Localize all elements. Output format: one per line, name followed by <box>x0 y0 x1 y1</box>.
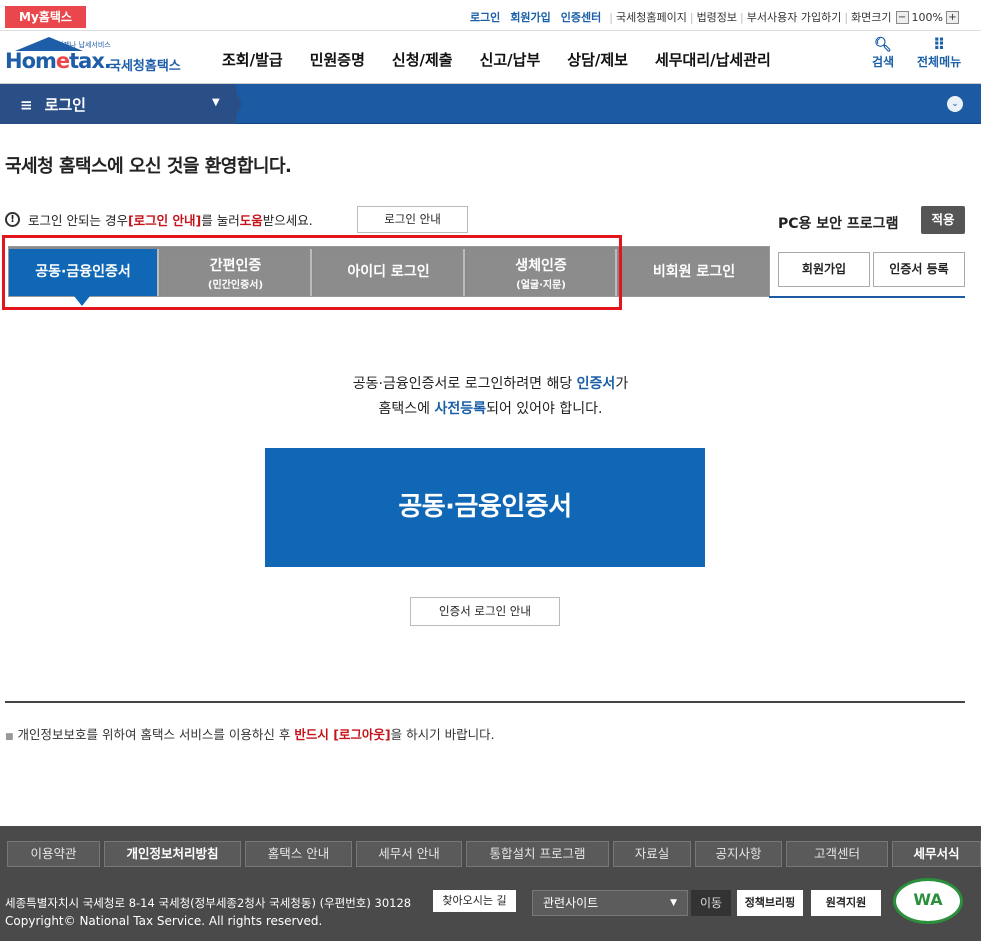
cert-login-guide-button[interactable]: 인증서 로그인 안내 <box>410 597 560 626</box>
gnb-consult-report[interactable]: 상담/제보 <box>567 49 628 70</box>
footer-address: 세종특별자치시 국세청로 8-14 국세청(정부세종2청사 국세청동) (우편번… <box>5 896 412 910</box>
footer-install-program-link[interactable]: 통합설치 프로그램 <box>466 841 609 867</box>
signup-link[interactable]: 회원가입 <box>510 9 550 25</box>
footer-nav: 이용약관 개인정보처리방침 홈택스 안내 세무서 안내 통합설치 프로그램 자료… <box>7 841 981 867</box>
privacy-notice: ■ 개인정보보호를 위하여 홈택스 서비스를 이용하신 후 반드시 [로그아웃]을… <box>5 727 495 742</box>
cert-center-link[interactable]: 인증센터 <box>561 9 601 25</box>
zoom-in-button[interactable]: + <box>946 10 959 24</box>
location-bar: ≡ 로그인 ▼ ⌄ <box>0 84 981 124</box>
top-links: 로그인 회원가입 인증센터 | 국세청홈페이지 | 법령정보 | 부서사용자 가… <box>465 9 959 25</box>
dropdown-arrow-icon[interactable]: ▼ <box>212 97 220 108</box>
chevron-down-circle-icon[interactable]: ⌄ <box>947 96 963 112</box>
gnb-apply-submit[interactable]: 신청/제출 <box>392 49 453 70</box>
footer-customer-center-link[interactable]: 고객센터 <box>786 841 888 867</box>
policy-briefing-button[interactable]: 정책브리핑 <box>737 890 803 916</box>
footer-tax-forms-link[interactable]: 세무서식 <box>892 841 981 867</box>
cert-register-button[interactable]: 인증서 등록 <box>873 252 965 287</box>
tab-non-member-login[interactable]: 비회원 로그인 <box>619 249 769 296</box>
zoom-level: 100% <box>911 10 943 24</box>
main-header: 언제나 납세서비스 Hometax. 국세청홈택스 조회/발급 민원증명 신청/… <box>0 31 981 84</box>
all-menu-button[interactable]: ⠿ 전체메뉴 <box>917 37 961 70</box>
global-nav: 조회/발급 민원증명 신청/제출 신고/납부 상담/제보 세무대리/납세관리 <box>222 49 798 70</box>
screen-size-label: 화면크기 <box>851 11 892 24</box>
footer-tax-office-link[interactable]: 세무서 안내 <box>356 841 462 867</box>
nts-homepage-link[interactable]: 국세청홈페이지 <box>616 9 687 25</box>
zoom-out-button[interactable]: − <box>895 10 909 24</box>
go-button[interactable]: 이동 <box>691 890 731 916</box>
apply-button[interactable]: 적용 <box>921 206 965 234</box>
search-button[interactable]: 🔍︎ 검색 <box>872 37 894 70</box>
zoom-control: − 100% + <box>895 10 959 24</box>
footer-notice-link[interactable]: 공지사항 <box>695 841 782 867</box>
login-notice: ! 로그인 안되는 경우 [로그인 안내] 를 눌러 도움 받으세요. <box>5 210 313 229</box>
search-icon: 🔍︎ <box>874 37 892 53</box>
find-way-button[interactable]: 찾아오시는 길 <box>433 890 516 912</box>
logo-nts-text: 국세청홈택스 <box>109 59 181 74</box>
pc-security-label: PC용 보안 프로그램 <box>778 216 899 232</box>
gnb-inquiry-issue[interactable]: 조회/발급 <box>222 49 283 70</box>
select-arrow-icon: ▼ <box>670 898 677 908</box>
hometax-logo[interactable]: 언제나 납세서비스 Hometax. 국세청홈택스 <box>5 37 190 77</box>
highlight-box <box>2 235 622 310</box>
copyright: Copyright© National Tax Service. All rig… <box>5 914 323 928</box>
web-accessibility-mark-icon: WA <box>893 878 963 924</box>
my-hometax-button[interactable]: My홈택스 <box>5 6 86 28</box>
login-guide-link[interactable]: [로그인 안내] <box>128 210 201 229</box>
cert-login-message: 공동·금융인증서로 로그인하려면 해당 인증서가 홈택스에 사전등록되어 있어야… <box>352 376 629 417</box>
top-utility-bar: My홈택스 로그인 회원가입 인증센터 | 국세청홈페이지 | 법령정보 | 부… <box>0 0 981 31</box>
gnb-report-pay[interactable]: 신고/납부 <box>480 49 541 70</box>
divider <box>5 701 965 703</box>
login-link[interactable]: 로그인 <box>470 9 500 25</box>
footer-terms-link[interactable]: 이용약관 <box>7 841 100 867</box>
remote-support-button[interactable]: 원격지원 <box>811 890 881 916</box>
joint-financial-cert-login-button[interactable]: 공동·금융인증서 <box>265 448 705 567</box>
gnb-tax-agent[interactable]: 세무대리/납세관리 <box>655 49 771 70</box>
login-guide-button[interactable]: 로그인 안내 <box>357 206 468 233</box>
dept-user-signup-link[interactable]: 부서사용자 가입하기 <box>747 9 842 25</box>
footer: 이용약관 개인정보처리방침 홈택스 안내 세무서 안내 통합설치 프로그램 자료… <box>0 826 981 941</box>
footer-privacy-policy-link[interactable]: 개인정보처리방침 <box>104 841 241 867</box>
footer-hometax-guide-link[interactable]: 홈택스 안내 <box>245 841 352 867</box>
exclamation-icon: ! <box>5 212 20 227</box>
law-info-link[interactable]: 법령정보 <box>697 9 737 25</box>
location-title: 로그인 <box>44 96 86 114</box>
grid-menu-icon: ⠿ <box>932 35 946 54</box>
footer-archive-link[interactable]: 자료실 <box>613 841 691 867</box>
gnb-civil-cert[interactable]: 민원증명 <box>310 49 365 70</box>
welcome-heading: 국세청 홈택스에 오신 것을 환영합니다. <box>5 156 292 177</box>
hamburger-icon: ≡ <box>20 95 33 114</box>
logo-wordmark: Hometax. <box>5 49 112 73</box>
related-sites-select[interactable]: 관련사이트 ▼ <box>532 890 688 916</box>
signup-button[interactable]: 회원가입 <box>778 252 870 287</box>
